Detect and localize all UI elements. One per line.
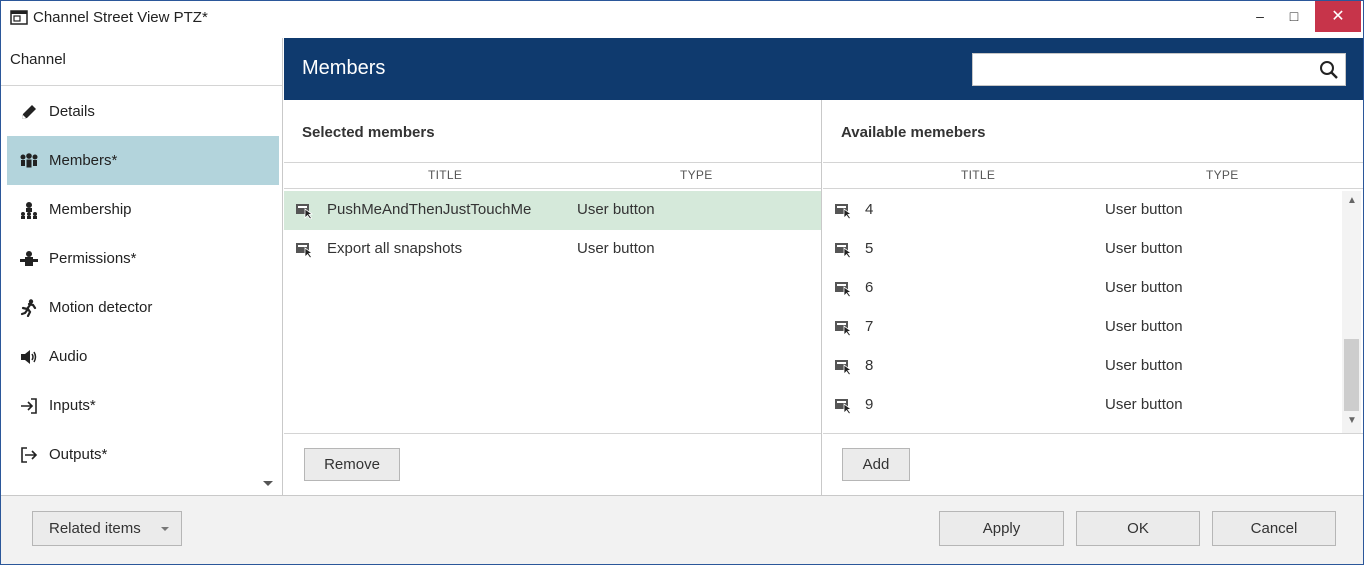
sidebar-item-permissions[interactable]: Permissions* [7,234,279,283]
membership-icon [17,201,41,219]
row-type: User button [577,201,655,218]
table-row[interactable]: 4 User button [823,191,1363,230]
audio-icon [17,348,41,366]
search-input[interactable] [973,54,1303,85]
sidebar-item-members[interactable]: Members* [7,136,279,185]
channel-window: Channel Street View PTZ* – □ ✕ Channel D… [0,0,1364,565]
maximize-button[interactable]: □ [1277,1,1311,32]
related-items-dropdown[interactable]: Related items [32,511,182,546]
sidebar-item-details[interactable]: Details [7,87,279,136]
row-title: 9 [865,396,874,413]
outputs-icon [17,446,41,464]
table-row[interactable]: 7 User button [823,308,1363,347]
sidebar-item-label: Membership [49,201,132,218]
selected-members-footer: Remove [284,433,821,495]
row-type: User button [1105,201,1183,218]
user-button-icon [835,321,853,336]
sidebar-item-label: Permissions* [49,250,137,267]
sidebar-item-label: Inputs* [49,397,96,414]
sidebar-item-label: Outputs* [49,446,108,463]
user-button-icon [296,243,314,258]
page-title: Members [302,57,386,79]
user-button-icon [835,360,853,375]
ok-button[interactable]: OK [1076,511,1200,546]
members-icon [17,152,41,170]
related-items-label: Related items [49,520,141,537]
row-title: 8 [865,357,874,374]
remove-button[interactable]: Remove [304,448,400,481]
user-button-icon [835,282,853,297]
row-type: User button [577,240,655,257]
inputs-icon [17,397,41,415]
cancel-button[interactable]: Cancel [1212,511,1336,546]
chevron-down-icon [161,527,169,531]
table-row[interactable]: Export all snapshots User button [284,230,821,269]
sidebar-item-label: Motion detector [49,299,153,316]
selected-members-column-header: TITLE TYPE [284,162,821,189]
row-title: 5 [865,240,874,257]
scroll-up-icon[interactable]: ▲ [1347,195,1357,206]
search-icon[interactable] [1319,60,1339,80]
sidebar-header: Channel [1,38,282,86]
row-title: PushMeAndThenJustTouchMe [327,201,532,218]
row-type: User button [1105,318,1183,335]
sidebar-item-outputs[interactable]: Outputs* [7,430,279,479]
row-type: User button [1105,279,1183,296]
column-type-header[interactable]: TYPE [680,168,713,182]
table-row[interactable]: 5 User button [823,230,1363,269]
row-title: 4 [865,201,874,218]
row-title: Export all snapshots [327,240,463,257]
minimize-button[interactable]: – [1243,1,1277,32]
user-button-icon [835,204,853,219]
available-members-panel: Available memebers TITLE TYPE 4 User but… [823,100,1363,495]
sidebar-item-membership[interactable]: Membership [7,185,279,234]
table-row[interactable]: 9 User button [823,386,1363,425]
sidebar-item-label: Audio [49,348,88,365]
table-row[interactable]: 6 User button [823,269,1363,308]
user-button-icon [835,243,853,258]
row-type: User button [1105,396,1183,413]
scroll-down-icon[interactable]: ▼ [1347,415,1357,426]
row-type: User button [1105,240,1183,257]
available-list-scrollbar[interactable]: ▲ ▼ [1342,191,1361,433]
column-type-header[interactable]: TYPE [1206,168,1239,182]
available-members-list: 4 User button 5 User button 6 User butto… [823,191,1363,433]
add-button[interactable]: Add [842,448,910,481]
content-header: Members [284,38,1363,100]
available-members-footer: Add [823,433,1363,495]
window-app-icon [10,10,28,25]
selected-members-list: PushMeAndThenJustTouchMe User button Exp… [284,191,821,433]
motion-icon [17,298,41,317]
available-members-column-header: TITLE TYPE [823,162,1363,189]
permissions-icon [17,250,41,268]
search-box[interactable] [972,53,1346,86]
selected-members-title: Selected members [302,124,435,141]
table-row[interactable]: 8 User button [823,347,1363,386]
sidebar-item-motion-detector[interactable]: Motion detector [7,283,279,332]
sidebar-item-label: Details [49,103,95,120]
user-button-icon [835,399,853,414]
column-title-header[interactable]: TITLE [961,168,995,182]
sidebar-item-audio[interactable]: Audio [7,332,279,381]
sidebar-item-label: Members* [49,152,118,169]
sidebar-item-inputs[interactable]: Inputs* [7,381,279,430]
window-title: Channel Street View PTZ* [33,9,208,26]
row-title: 6 [865,279,874,296]
scrollbar-thumb[interactable] [1344,339,1359,411]
available-members-title: Available memebers [841,124,986,141]
apply-button[interactable]: Apply [939,511,1064,546]
column-title-header[interactable]: TITLE [428,168,462,182]
row-type: User button [1105,357,1183,374]
close-button[interactable]: ✕ [1315,1,1361,32]
row-title: 7 [865,318,874,335]
table-row[interactable]: PushMeAndThenJustTouchMe User button [284,191,821,230]
user-button-icon [296,204,314,219]
dialog-footer: Related items Apply OK Cancel [1,495,1363,564]
selected-members-panel: Selected members TITLE TYPE PushMeAndThe… [284,100,822,495]
pencil-icon [17,103,41,121]
sidebar: Channel Details Members* Membership Perm… [1,38,283,495]
sidebar-scroll-down-icon[interactable] [263,481,273,486]
title-bar: Channel Street View PTZ* – □ ✕ [1,1,1363,38]
